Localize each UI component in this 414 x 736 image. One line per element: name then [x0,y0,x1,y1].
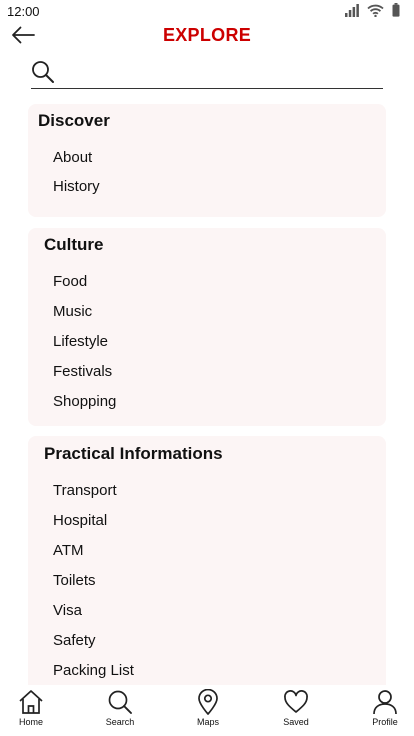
user-icon [372,685,398,715]
wifi-icon [367,4,384,17]
list-item-safety[interactable]: Safety [53,632,96,649]
status-icons [345,3,400,17]
list-item-history[interactable]: History [53,178,100,195]
nav-maps[interactable]: Maps [178,685,238,736]
nav-label: Search [105,717,135,727]
section-title: Practical Informations [44,444,223,463]
list-item-lifestyle[interactable]: Lifestyle [53,333,108,350]
header: EXPLORE [0,22,414,52]
section-culture: Culture Food Music Lifestyle Festivals S… [28,228,386,426]
battery-icon [392,3,400,17]
nav-label: Profile [372,717,398,727]
list-item-food[interactable]: Food [53,273,87,290]
nav-profile[interactable]: Profile [355,685,414,736]
section-practical-informations: Practical Informations Transport Hospita… [28,436,386,685]
map-pin-icon [195,685,221,715]
nav-label: Saved [283,717,309,727]
signal-icon [345,3,359,17]
nav-saved[interactable]: Saved [266,685,326,736]
list-item-toilets[interactable]: Toilets [53,572,96,589]
explore-content: Discover About History Culture Food Musi… [0,96,414,685]
list-item-visa[interactable]: Visa [53,602,82,619]
page-title: EXPLORE [162,25,252,45]
list-item-festivals[interactable]: Festivals [53,363,112,380]
list-item-shopping[interactable]: Shopping [53,393,116,410]
list-item-transport[interactable]: Transport [53,482,117,499]
search-input[interactable] [61,60,379,86]
nav-home[interactable]: Home [1,685,61,736]
nav-search[interactable]: Search [90,685,150,736]
list-item-about[interactable]: About [53,149,92,166]
section-title: Culture [44,235,104,254]
list-item-atm[interactable]: ATM [53,542,84,559]
nav-label: Home [18,717,43,727]
nav-label: Maps [196,717,219,727]
bottom-nav: Home Search Maps Saved Profile [0,685,414,736]
search-icon [107,685,133,715]
list-item-packing-list[interactable]: Packing List [53,662,134,679]
status-bar: 12:00 [0,0,414,22]
heart-icon [283,685,309,715]
section-discover: Discover About History [28,104,386,217]
status-time: 12:00 [7,4,40,19]
list-item-hospital[interactable]: Hospital [53,512,107,529]
section-title: Discover [38,111,110,130]
search-bar [31,58,383,89]
list-item-music[interactable]: Music [53,303,92,320]
search-icon[interactable] [31,60,55,89]
home-icon [18,685,44,715]
